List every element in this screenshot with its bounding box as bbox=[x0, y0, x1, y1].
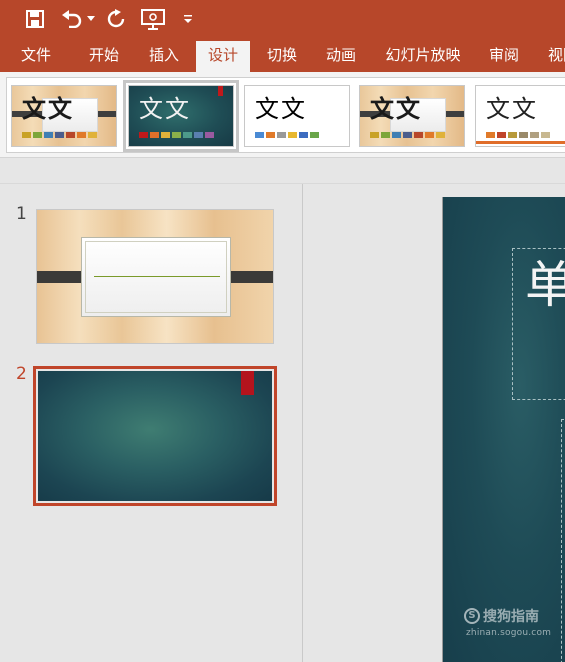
theme-color-swatch bbox=[77, 132, 86, 138]
theme-flag bbox=[218, 86, 223, 96]
slide-thumbnail-1[interactable] bbox=[36, 209, 274, 344]
theme-color-swatch bbox=[541, 132, 550, 138]
theme-color-swatch bbox=[508, 132, 517, 138]
sogou-logo-icon: S bbox=[464, 608, 480, 624]
tab-file[interactable]: 文件 bbox=[12, 38, 60, 72]
theme-color-swatch bbox=[33, 132, 42, 138]
slide-thumbnail-2 bbox=[38, 371, 272, 501]
themes-gallery: 文文 文文 文文 文文 文文 bbox=[6, 77, 565, 153]
slide-card-frame bbox=[85, 241, 227, 313]
tab-home[interactable]: 开始 bbox=[80, 38, 128, 72]
ribbon-design-panel: 文文 文文 文文 文文 文文 bbox=[0, 72, 565, 158]
theme-color-swatch bbox=[183, 132, 192, 138]
theme-color-bars bbox=[22, 132, 97, 138]
theme-title: 文文 bbox=[139, 95, 191, 123]
theme-color-swatch bbox=[55, 132, 64, 138]
tab-slideshow[interactable]: 幻灯片放映 bbox=[380, 38, 466, 72]
theme-color-swatch bbox=[44, 132, 53, 138]
slide-flag bbox=[241, 371, 254, 395]
theme-title: 文文 bbox=[22, 94, 74, 123]
theme-color-swatch bbox=[519, 132, 528, 138]
theme-thumbnail[interactable]: 文文 bbox=[359, 85, 465, 147]
theme-color-swatch bbox=[255, 132, 264, 138]
theme-title: 文文 bbox=[255, 95, 307, 123]
watermark-brand: 搜狗指南 bbox=[483, 609, 539, 625]
theme-color-swatch bbox=[88, 132, 97, 138]
theme-color-bars bbox=[255, 132, 319, 138]
slide-number: 1 bbox=[16, 204, 27, 224]
slide-title-card bbox=[81, 237, 231, 317]
theme-color-swatch bbox=[370, 132, 379, 138]
tab-design[interactable]: 设计 bbox=[196, 41, 250, 72]
theme-color-swatch bbox=[161, 132, 170, 138]
theme-color-swatch bbox=[530, 132, 539, 138]
ribbon-tabs: 文件 开始 插入 设计 切换 动画 幻灯片放映 审阅 视图 bbox=[0, 38, 565, 72]
tab-review[interactable]: 审阅 bbox=[480, 38, 528, 72]
theme-color-swatch bbox=[381, 132, 390, 138]
watermark: S 搜狗指南 zhinan.sogou.com bbox=[464, 606, 551, 638]
pane-divider[interactable] bbox=[302, 184, 303, 662]
quick-access-toolbar bbox=[0, 0, 565, 38]
theme-color-swatch bbox=[497, 132, 506, 138]
theme-color-bars bbox=[486, 132, 550, 138]
tab-insert[interactable]: 插入 bbox=[140, 38, 188, 72]
theme-color-swatch bbox=[139, 132, 148, 138]
theme-color-swatch bbox=[205, 132, 214, 138]
save-icon[interactable] bbox=[24, 7, 46, 31]
theme-color-swatch bbox=[172, 132, 181, 138]
tab-transitions[interactable]: 切换 bbox=[258, 38, 306, 72]
subtitle-placeholder[interactable] bbox=[561, 419, 565, 662]
theme-color-bars bbox=[370, 132, 445, 138]
theme-color-swatch bbox=[150, 132, 159, 138]
slide-thumbnail-2-selected[interactable] bbox=[33, 366, 277, 506]
theme-accent-line bbox=[476, 141, 565, 144]
tab-animations[interactable]: 动画 bbox=[317, 38, 365, 72]
theme-title: 文文 bbox=[370, 94, 422, 123]
theme-color-swatch bbox=[288, 132, 297, 138]
theme-color-swatch bbox=[436, 132, 445, 138]
theme-thumbnail-selected[interactable]: 文文 bbox=[123, 80, 239, 152]
slide-card-rule bbox=[94, 276, 220, 277]
slide-title-text: 单 bbox=[525, 255, 565, 315]
theme-color-swatch bbox=[425, 132, 434, 138]
theme-thumbnail[interactable]: 文文 bbox=[11, 85, 117, 147]
powerpoint-window: 文件 开始 插入 设计 切换 动画 幻灯片放映 审阅 视图 文文 文文 文文 bbox=[0, 0, 565, 662]
theme-thumbnail[interactable]: 文文 bbox=[475, 85, 565, 147]
theme-title: 文文 bbox=[486, 95, 538, 123]
undo-dropdown-icon[interactable] bbox=[86, 7, 96, 31]
theme-color-swatch bbox=[392, 132, 401, 138]
theme-color-swatch bbox=[414, 132, 423, 138]
theme-color-swatch bbox=[277, 132, 286, 138]
theme-thumbnail[interactable]: 文文 bbox=[244, 85, 350, 147]
slide-canvas[interactable]: 单 bbox=[442, 197, 565, 662]
undo-icon[interactable] bbox=[60, 7, 84, 31]
theme-color-bars bbox=[139, 132, 214, 138]
theme-color-swatch bbox=[310, 132, 319, 138]
theme-color-swatch bbox=[194, 132, 203, 138]
tab-view[interactable]: 视图 bbox=[540, 38, 565, 72]
customize-qat-icon[interactable] bbox=[182, 7, 194, 31]
theme-color-swatch bbox=[266, 132, 275, 138]
watermark-url: zhinan.sogou.com bbox=[466, 628, 552, 638]
theme-color-swatch bbox=[22, 132, 31, 138]
theme-color-swatch bbox=[403, 132, 412, 138]
theme-color-swatch bbox=[66, 132, 75, 138]
redo-icon[interactable] bbox=[104, 7, 128, 31]
theme-color-swatch bbox=[486, 132, 495, 138]
slide-number-selected: 2 bbox=[16, 364, 27, 384]
present-from-start-icon[interactable] bbox=[140, 7, 166, 31]
theme-color-swatch bbox=[299, 132, 308, 138]
